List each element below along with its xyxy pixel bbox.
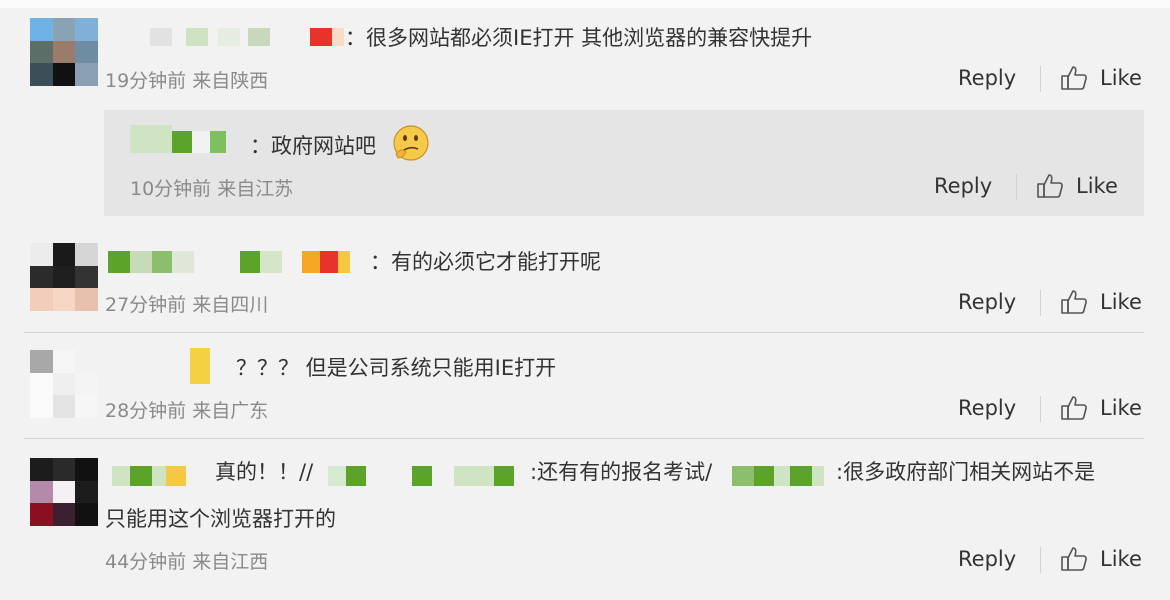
username-mosaic[interactable] [112,464,186,486]
username-mosaic[interactable] [108,245,350,273]
like-label: Like [1100,547,1142,571]
action-separator [1040,396,1041,422]
like-button[interactable]: Like [1060,545,1142,573]
comment-meta: 19分钟前 来自陕西 [105,66,268,93]
reply-meta: 10分钟前 来自江苏 [130,174,293,201]
avatar[interactable] [30,458,98,526]
comment-meta: 28分钟前 来自广东 [105,396,268,423]
action-separator [1040,290,1041,316]
comment-text-line2: 只能用这个浏览器打开的 [105,507,336,531]
like-label: Like [1100,396,1142,420]
username-mosaic[interactable] [130,123,226,153]
like-label: Like [1100,66,1142,90]
reply-location: 来自江苏 [217,178,294,200]
reply-button[interactable]: Reply [958,290,1016,314]
comment-text-part-a: 真的！！// [215,460,314,484]
action-separator [1016,174,1017,200]
comment-text-part-b: :还有有的报名考试/ [530,460,713,484]
action-separator [1040,66,1041,92]
reply-button[interactable]: Reply [958,396,1016,420]
reply-time: 10分钟前 [130,178,212,200]
like-label: Like [1100,290,1142,314]
comment-time: 44分钟前 [105,551,187,573]
like-button[interactable]: Like [1060,64,1142,92]
mention-mosaic[interactable] [328,464,514,486]
username-mosaic[interactable] [150,26,344,46]
comment-text-part-c: :很多政府部门相关网站不是 [836,460,1096,484]
comment-location: 来自江西 [192,551,269,573]
like-button[interactable]: Like [1060,394,1142,422]
mention-mosaic[interactable] [732,464,824,486]
comment-meta: 27分钟前 来自四川 [105,290,268,317]
thumbs-up-icon [1061,290,1087,314]
comment-time: 28分钟前 [105,400,187,422]
thumbs-up-icon [1061,547,1087,571]
like-button[interactable]: Like [1060,288,1142,316]
action-separator [1040,547,1041,573]
comment-divider [24,332,1144,333]
reply-button[interactable]: Reply [934,174,992,198]
reply-button[interactable]: Reply [958,66,1016,90]
avatar[interactable] [30,350,98,418]
comment-meta: 44分钟前 来自江西 [105,547,268,574]
reply-button[interactable]: Reply [958,547,1016,571]
comment-time: 19分钟前 [105,70,187,92]
username-mosaic[interactable] [190,346,210,384]
thinking-face-icon [392,124,430,166]
comment-text: ：有的必须它才能打开呢 [370,250,601,274]
like-button[interactable]: Like [1036,172,1118,200]
thumbs-up-icon [1037,174,1063,198]
comment-text: ？？？ 但是公司系统只能用IE打开 [236,356,557,380]
comment-location: 来自广东 [192,400,269,422]
comment-location: 来自陕西 [192,70,269,92]
thumbs-up-icon [1061,66,1087,90]
comment-text: ：很多网站都必须IE打开 其他浏览器的兼容快提升 [345,26,813,50]
avatar[interactable] [30,243,98,311]
comment-divider [24,438,1144,439]
like-label: Like [1076,174,1118,198]
comment-time: 27分钟前 [105,294,187,316]
top-edge [0,0,1170,8]
reply-text: ：政府网站吧 [250,134,376,158]
avatar[interactable] [30,18,98,86]
comment-location: 来自四川 [192,294,269,316]
thumbs-up-icon [1061,396,1087,420]
